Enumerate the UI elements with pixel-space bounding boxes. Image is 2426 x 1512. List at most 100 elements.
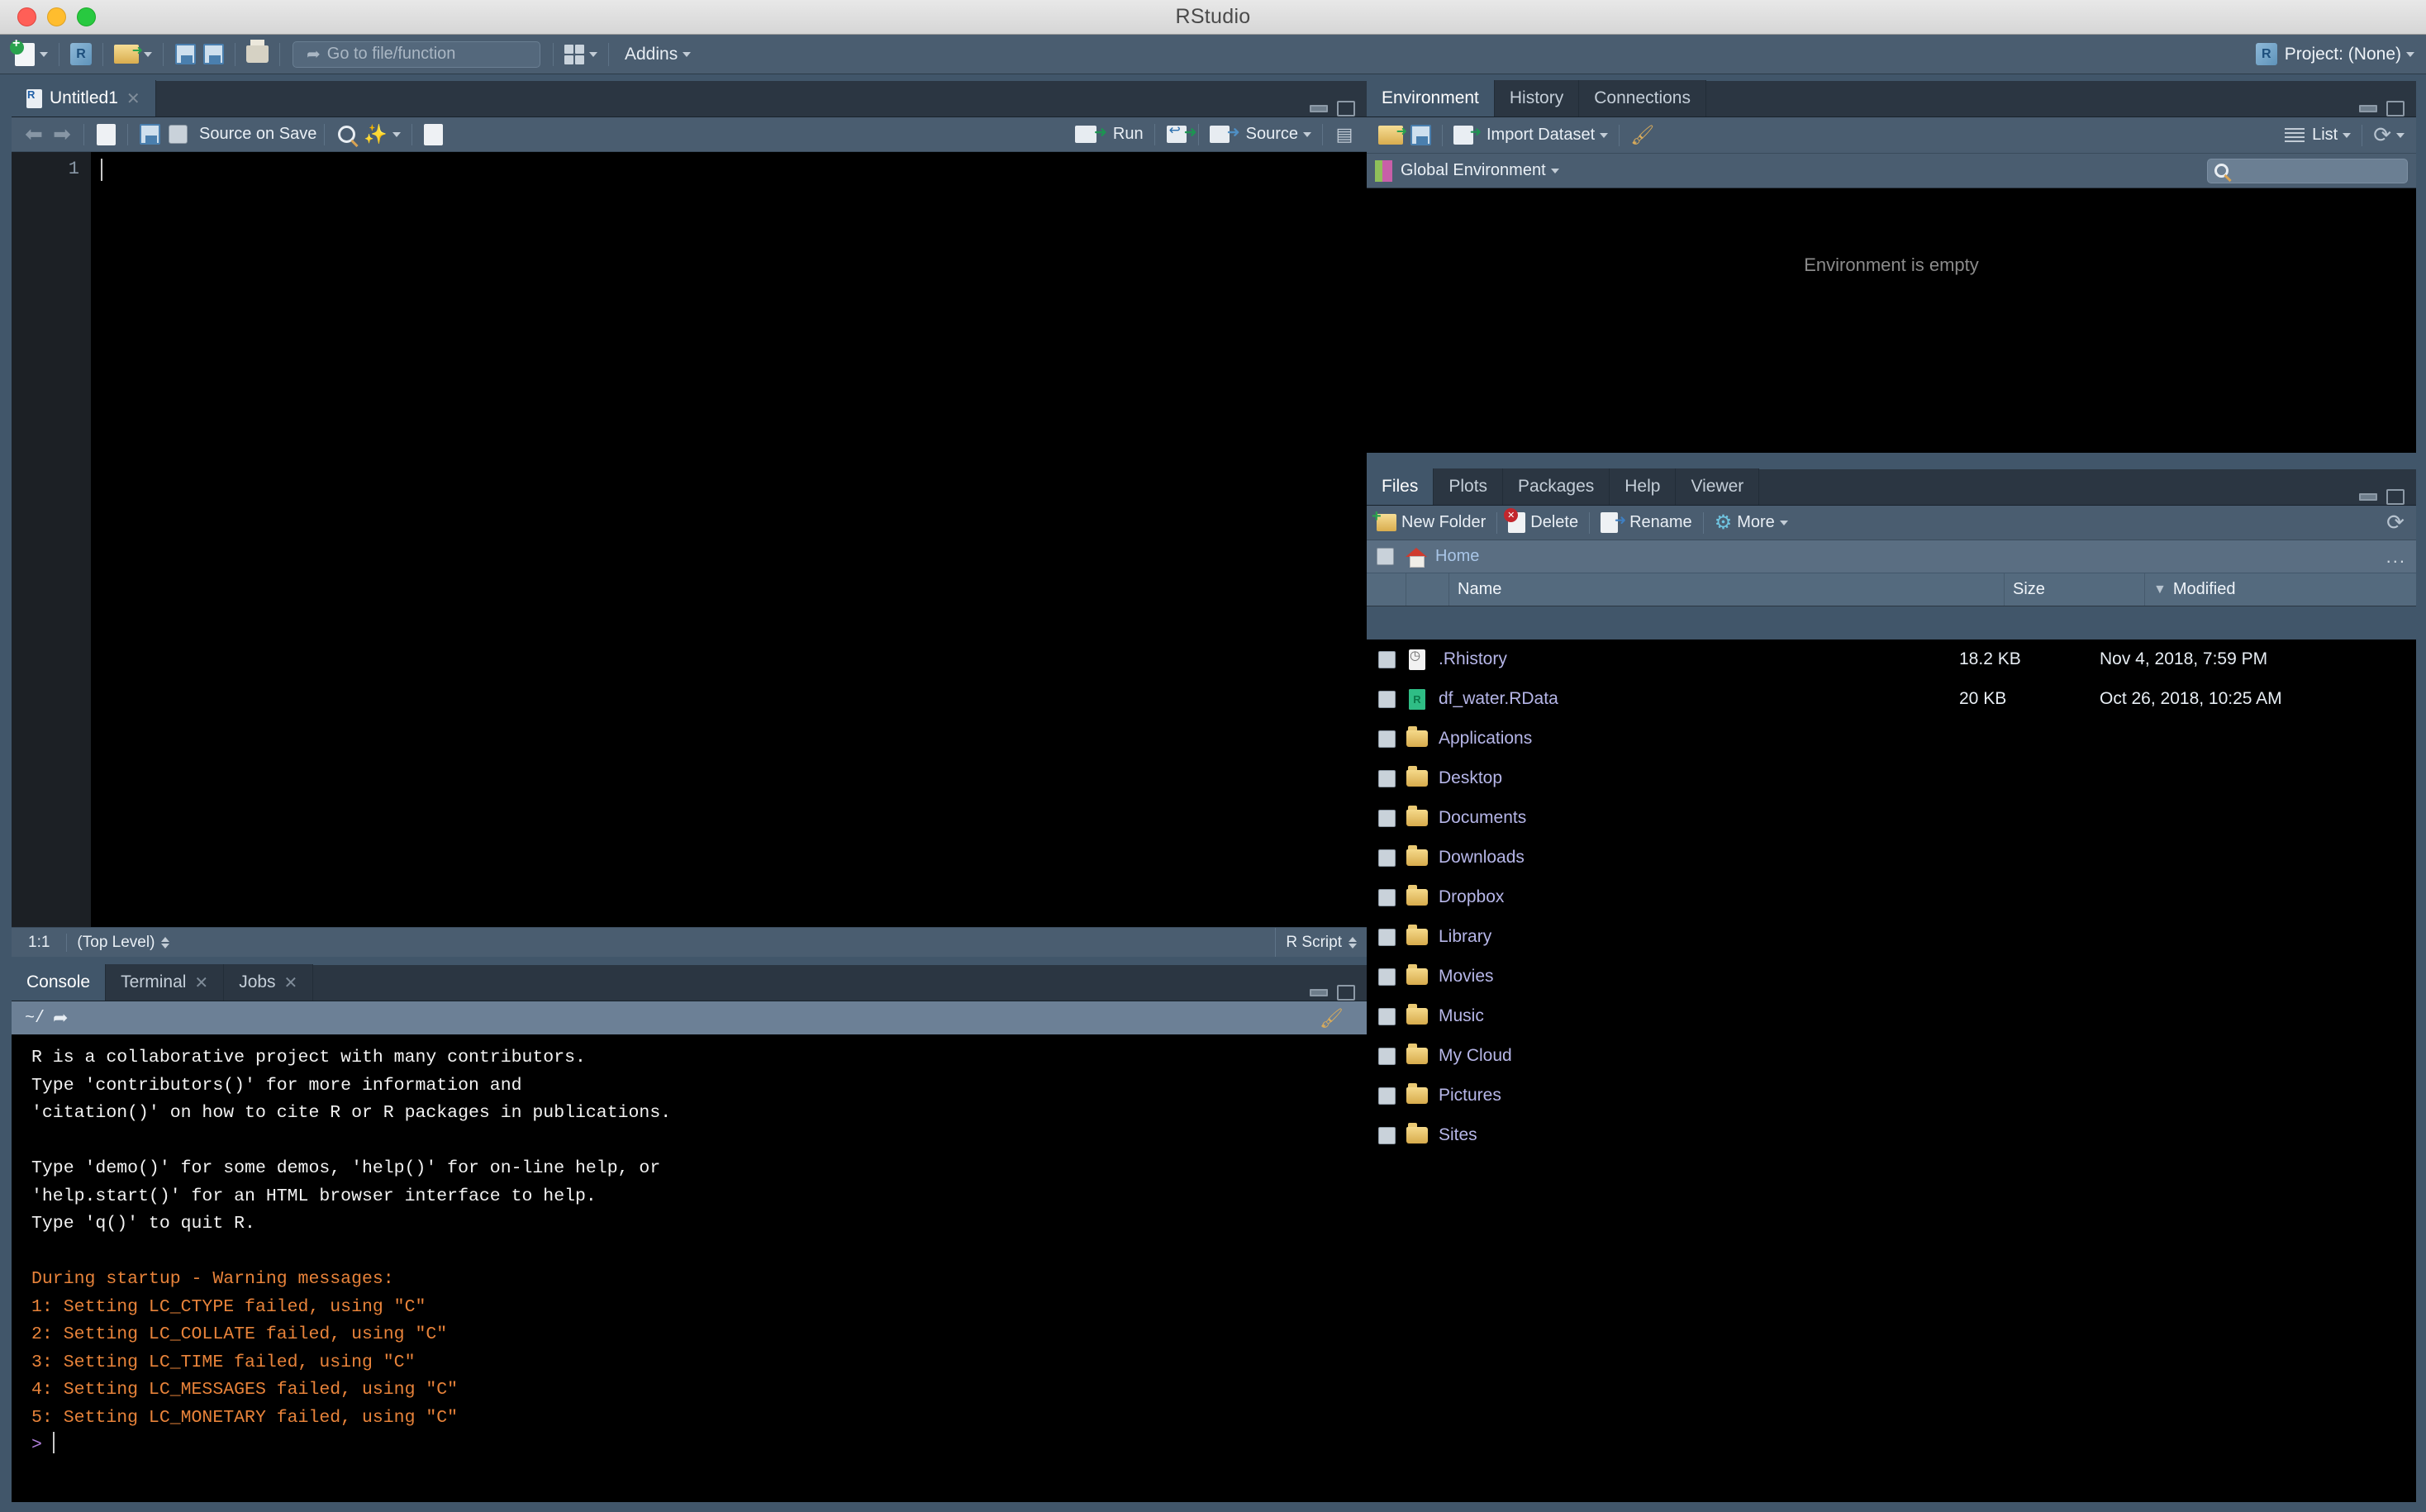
minimize-pane-button[interactable] [1310, 989, 1328, 996]
file-name-link[interactable]: Documents [1439, 808, 1959, 828]
view-mode-selector[interactable]: List [2281, 121, 2354, 150]
tab-terminal[interactable]: Terminal ✕ [106, 964, 224, 1001]
tab-packages[interactable]: Packages [1503, 468, 1610, 505]
name-column-header[interactable]: Name [1449, 573, 2005, 606]
row-checkbox[interactable] [1378, 1087, 1396, 1105]
tab-jobs[interactable]: Jobs ✕ [224, 964, 313, 1001]
environment-search-input[interactable] [2207, 159, 2408, 183]
size-column-header[interactable]: Size [2005, 573, 2145, 606]
table-row[interactable]: Pictures [1367, 1076, 2416, 1115]
file-name-link[interactable]: Dropbox [1439, 887, 1959, 907]
row-checkbox[interactable] [1378, 849, 1396, 867]
clear-objects-button[interactable]: 🖌 [1627, 121, 1658, 150]
back-button[interactable]: ⬅ [20, 120, 48, 150]
row-checkbox[interactable] [1378, 889, 1396, 906]
tab-connections[interactable]: Connections [1579, 80, 1706, 116]
row-checkbox[interactable] [1378, 810, 1396, 827]
load-workspace-button[interactable] [1375, 121, 1406, 150]
new-file-button[interactable] [12, 40, 51, 69]
project-selector[interactable]: Project: (None) [2256, 43, 2414, 65]
minimize-pane-button[interactable] [2359, 105, 2377, 112]
clear-console-icon[interactable]: 🖌 [1320, 1007, 1353, 1029]
table-row[interactable]: Applications [1367, 719, 2416, 758]
import-dataset-button[interactable]: Import Dataset [1450, 121, 1611, 150]
file-name-link[interactable]: df_water.RData [1439, 689, 1959, 709]
table-row[interactable]: .Rhistory18.2 KBNov 4, 2018, 7:59 PM [1367, 640, 2416, 679]
scope-selector[interactable]: (Top Level) [67, 934, 179, 952]
new-project-button[interactable] [67, 40, 95, 69]
open-in-finder-icon[interactable]: ➦ [53, 1007, 68, 1029]
rename-file-button[interactable]: Rename [1597, 508, 1696, 538]
editor-code-area[interactable] [91, 152, 1367, 927]
tab-history[interactable]: History [1495, 80, 1579, 116]
file-name-link[interactable]: Sites [1439, 1125, 1959, 1145]
tab-environment[interactable]: Environment [1367, 80, 1495, 116]
compile-report-button[interactable] [420, 120, 448, 150]
modified-column-header[interactable]: ▼ Modified [2145, 573, 2416, 606]
delete-file-button[interactable]: Delete [1505, 508, 1582, 538]
breadcrumb-home-link[interactable]: Home [1435, 547, 1479, 566]
row-checkbox[interactable] [1378, 968, 1396, 986]
source-on-save-checkbox[interactable] [164, 120, 192, 150]
minimize-pane-button[interactable] [2359, 493, 2377, 501]
forward-button[interactable]: ➡ [48, 120, 76, 150]
maximize-pane-button[interactable] [2386, 101, 2405, 116]
tab-help[interactable]: Help [1610, 468, 1676, 505]
file-name-link[interactable]: Downloads [1439, 848, 1959, 868]
tab-plots[interactable]: Plots [1434, 468, 1503, 505]
table-row[interactable]: My Cloud [1367, 1036, 2416, 1076]
table-row[interactable]: Desktop [1367, 758, 2416, 798]
save-document-button[interactable] [136, 120, 164, 150]
rerun-button[interactable] [1163, 120, 1191, 150]
table-row[interactable]: Music [1367, 996, 2416, 1036]
table-row[interactable]: Downloads [1367, 838, 2416, 877]
close-tab-icon[interactable]: ✕ [126, 88, 140, 109]
save-workspace-button[interactable] [1406, 121, 1434, 150]
tab-viewer[interactable]: Viewer [1676, 468, 1759, 505]
tab-files[interactable]: Files [1367, 468, 1434, 505]
console-output[interactable]: R is a collaborative project with many c… [12, 1034, 1367, 1502]
file-name-link[interactable]: Applications [1439, 729, 1959, 749]
document-type-selector[interactable]: R Script [1275, 928, 1367, 957]
refresh-environment-button[interactable]: ⟳ [2370, 121, 2408, 150]
row-checkbox[interactable] [1378, 929, 1396, 946]
tab-untitled1[interactable]: Untitled1 ✕ [12, 80, 156, 116]
document-outline-button[interactable]: ▤ [1330, 120, 1358, 150]
tab-console[interactable]: Console [12, 964, 106, 1001]
refresh-files-button[interactable]: ⟳ [2381, 508, 2409, 538]
file-name-link[interactable]: My Cloud [1439, 1046, 1959, 1066]
files-list[interactable]: .Rhistory18.2 KBNov 4, 2018, 7:59 PMdf_w… [1367, 640, 2416, 1502]
row-checkbox[interactable] [1378, 691, 1396, 708]
popout-button[interactable] [92, 120, 120, 150]
breadcrumb-overflow[interactable]: ... [2386, 546, 2406, 568]
minimize-pane-button[interactable] [1310, 105, 1328, 112]
addins-button[interactable]: Addins [616, 40, 694, 69]
table-row[interactable]: Documents [1367, 798, 2416, 838]
maximize-pane-button[interactable] [2386, 489, 2405, 505]
file-name-link[interactable]: Pictures [1439, 1086, 1959, 1105]
row-checkbox[interactable] [1378, 651, 1396, 668]
maximize-pane-button[interactable] [1337, 101, 1355, 116]
table-row[interactable]: df_water.RData20 KBOct 26, 2018, 10:25 A… [1367, 679, 2416, 719]
file-name-link[interactable]: Desktop [1439, 768, 1959, 788]
table-row[interactable]: Dropbox [1367, 877, 2416, 917]
pane-layout-button[interactable] [561, 40, 601, 69]
table-row[interactable]: Sites [1367, 1115, 2416, 1155]
run-button[interactable]: Run [1072, 120, 1147, 150]
select-all-checkbox[interactable] [1377, 548, 1394, 565]
row-checkbox[interactable] [1378, 1048, 1396, 1065]
row-checkbox[interactable] [1378, 1008, 1396, 1025]
row-checkbox[interactable] [1378, 770, 1396, 787]
source-editor[interactable]: 1 [12, 152, 1367, 927]
goto-file-function-input[interactable]: ➦ Go to file/function [293, 41, 540, 68]
save-button[interactable] [171, 40, 199, 69]
new-folder-button[interactable]: New Folder [1373, 508, 1489, 538]
open-file-button[interactable] [111, 40, 155, 69]
find-replace-button[interactable] [332, 120, 360, 150]
close-tab-icon[interactable]: ✕ [194, 972, 208, 993]
row-checkbox[interactable] [1378, 1127, 1396, 1144]
source-button[interactable]: Source [1206, 120, 1315, 150]
file-name-link[interactable]: .Rhistory [1439, 649, 1959, 669]
print-button[interactable] [243, 40, 272, 69]
table-row[interactable]: Movies [1367, 957, 2416, 996]
